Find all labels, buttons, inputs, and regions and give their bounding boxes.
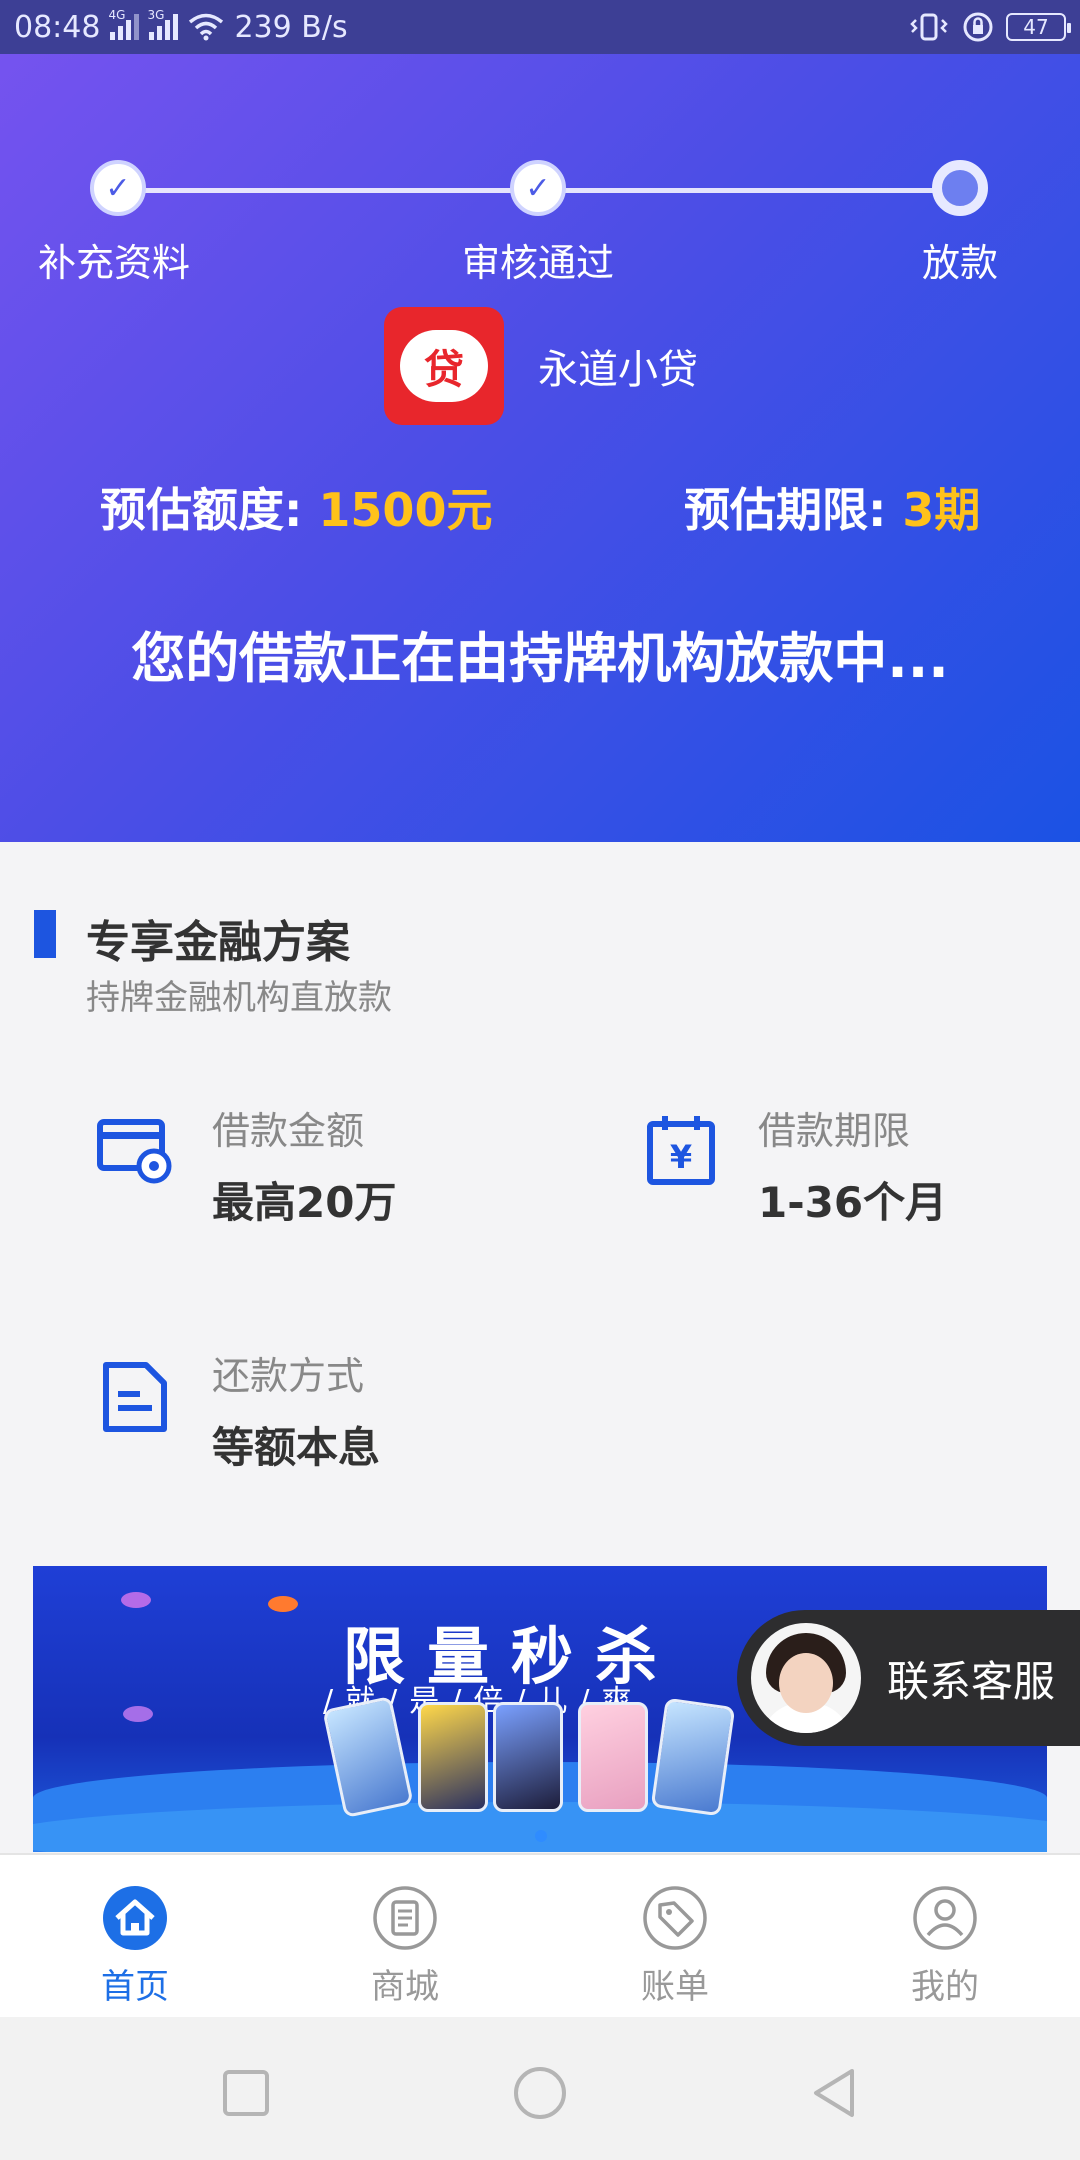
loan-progress-header: ✓ ✓ 补充资料 审核通过 放款 贷 永道小贷 预估额度: 1500元 预估期限…: [0, 54, 1080, 842]
lender-info: 贷 永道小贷: [384, 307, 698, 425]
feature-label: 借款期限: [758, 1109, 911, 1153]
tab-label: 商城: [371, 1967, 439, 2007]
svg-text:¥: ¥: [670, 1138, 692, 1176]
estimated-term: 预估期限: 3期: [684, 483, 981, 537]
rotation-lock-icon: [963, 12, 993, 42]
home-button-icon[interactable]: [512, 2065, 568, 2121]
phone-image: [578, 1702, 648, 1812]
back-icon[interactable]: [806, 2065, 862, 2121]
feature-label: 借款金额: [212, 1109, 365, 1153]
loan-estimates: 预估额度: 1500元 预估期限: 3期: [0, 474, 1080, 544]
wifi-icon: [189, 13, 224, 41]
feature-label: 还款方式: [212, 1354, 365, 1398]
tab-label: 首页: [101, 1967, 169, 2007]
section-accent-bar: [34, 910, 56, 958]
feature-repayment-method: 还款方式 等额本息: [96, 1345, 380, 1475]
estimated-amount: 预估额度: 1500元: [100, 483, 493, 537]
tab-label: 我的: [911, 1967, 979, 2007]
document-icon: [103, 1362, 167, 1432]
phone-image: [493, 1702, 563, 1812]
store-icon: [373, 1886, 437, 1950]
tab-home[interactable]: 首页: [0, 1855, 270, 2017]
loan-status-message: 您的借款正在由持牌机构放款中...: [131, 627, 949, 690]
signal-icon: 3G: [147, 8, 179, 40]
feature-value: 最高20万: [212, 1178, 397, 1227]
card-icon: [97, 1119, 172, 1184]
tab-store[interactable]: 商城: [270, 1855, 540, 2017]
bottom-tab-bar: 首页 商城 账单 我的: [0, 1853, 1080, 2017]
lender-logo: 贷: [384, 307, 504, 425]
battery-icon: 47: [1006, 13, 1071, 41]
step-label: 审核通过: [462, 241, 615, 285]
feature-value: 1-36个月: [758, 1178, 948, 1227]
tab-bills[interactable]: 账单: [540, 1855, 810, 2017]
user-icon: [913, 1886, 977, 1950]
vibrate-icon: [910, 13, 948, 41]
contact-customer-service-button[interactable]: 联系客服: [737, 1610, 1080, 1746]
system-navigation-bar: [0, 2017, 1080, 2160]
tab-label: 账单: [641, 1967, 709, 2007]
progress-steps: ✓ ✓ 补充资料 审核通过 放款: [0, 106, 1080, 285]
check-icon: ✓: [510, 160, 566, 216]
home-icon: [103, 1886, 167, 1950]
clock: 08:48: [14, 9, 101, 45]
current-step-icon: [932, 160, 988, 216]
check-icon: ✓: [90, 160, 146, 216]
section-subtitle: 持牌金融机构直放款: [86, 978, 392, 1018]
recents-icon[interactable]: [218, 2065, 274, 2121]
tab-profile[interactable]: 我的: [810, 1855, 1080, 2017]
tag-icon: [643, 1886, 707, 1950]
contact-customer-service-label: 联系客服: [887, 1656, 1056, 1706]
feature-loan-term: ¥ 借款期限 1-36个月: [642, 1100, 947, 1230]
agent-avatar: [751, 1623, 861, 1733]
phone-image: [418, 1702, 488, 1812]
feature-value: 等额本息: [212, 1423, 381, 1472]
carousel-indicator: [535, 1830, 547, 1842]
calendar-yen-icon: ¥: [647, 1116, 715, 1185]
status-bar: 08:48 4G 3G 239 B/s 47: [0, 0, 1080, 54]
network-speed: 239 B/s: [234, 9, 348, 45]
signal-icon: 4G: [108, 8, 140, 40]
step-label: 放款: [922, 241, 999, 285]
lender-name: 永道小贷: [538, 347, 698, 393]
section-title: 专享金融方案: [86, 917, 350, 968]
step-label: 补充资料: [38, 241, 191, 285]
feature-loan-amount: 借款金额 最高20万: [96, 1100, 396, 1230]
